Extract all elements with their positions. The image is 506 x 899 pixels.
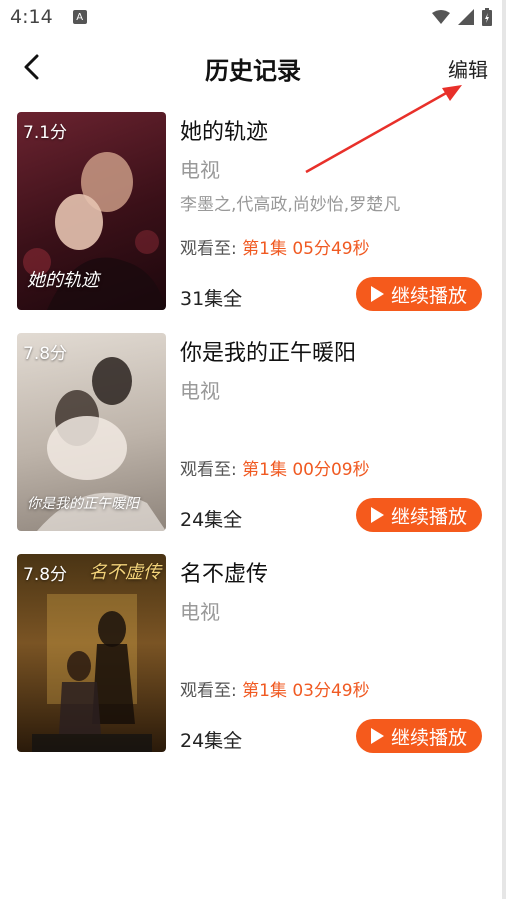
episode-count: 24集全	[180, 509, 243, 531]
poster-title: 名不虚传	[89, 562, 161, 583]
play-label: 继续播放	[390, 505, 467, 528]
progress-label: 观看至:	[180, 681, 237, 701]
drama-title[interactable]: 你是我的正午暖阳	[180, 335, 356, 367]
history-item[interactable]: 7.8分 名不虚传 名不虚传 电视 观看至: 第1集 03分49秒 24集全 继…	[0, 552, 506, 773]
drama-cast: 李墨之,代高政,尚妙怡,罗楚凡	[180, 195, 401, 215]
item-info: 她的轨迹 电视 李墨之,代高政,尚妙怡,罗楚凡 观看至: 第1集 05分49秒 …	[180, 110, 486, 315]
watch-progress: 观看至: 第1集 03分49秒	[180, 676, 370, 701]
poster-image[interactable]: 7.8分 你是我的正午暖阳	[17, 333, 166, 531]
signal-icon	[458, 9, 474, 25]
progress-value: 第1集 00分09秒	[242, 460, 370, 480]
drama-title[interactable]: 名不虚传	[180, 556, 268, 588]
play-label: 继续播放	[390, 726, 467, 749]
continue-play-button[interactable]: 继续播放	[356, 498, 482, 532]
play-icon	[370, 286, 384, 302]
score-badge: 7.8分	[23, 344, 68, 364]
app-notification-icon: A	[72, 10, 87, 24]
history-list: 7.1分 她的轨迹 她的轨迹 电视 李墨之,代高政,尚妙怡,罗楚凡 观看至: 第…	[0, 110, 506, 773]
progress-label: 观看至:	[180, 239, 237, 259]
page-title: 历史记录	[205, 57, 301, 85]
continue-play-button[interactable]: 继续播放	[356, 719, 482, 753]
episode-count: 24集全	[180, 730, 243, 752]
item-info: 你是我的正午暖阳 电视 观看至: 第1集 00分09秒 24集全 继续播放	[180, 331, 486, 536]
watch-progress: 观看至: 第1集 00分09秒	[180, 455, 370, 480]
score-badge: 7.8分	[23, 565, 68, 585]
drama-type: 电视	[180, 600, 220, 624]
status-time: 4:14	[10, 6, 53, 28]
watch-progress: 观看至: 第1集 05分49秒	[180, 234, 370, 259]
scrollbar[interactable]	[502, 0, 506, 899]
play-label: 继续播放	[390, 284, 467, 307]
status-bar: 4:14 A	[0, 0, 506, 34]
continue-play-button[interactable]: 继续播放	[356, 277, 482, 311]
episode-count: 31集全	[180, 288, 243, 310]
drama-title[interactable]: 她的轨迹	[180, 114, 268, 146]
drama-type: 电视	[180, 379, 220, 403]
battery-icon	[482, 8, 492, 26]
wifi-icon	[432, 10, 450, 24]
poster-image[interactable]: 7.8分 名不虚传	[17, 554, 166, 752]
history-item[interactable]: 7.1分 她的轨迹 她的轨迹 电视 李墨之,代高政,尚妙怡,罗楚凡 观看至: 第…	[0, 110, 506, 331]
poster-title: 她的轨迹	[27, 270, 99, 291]
play-icon	[370, 728, 384, 744]
item-info: 名不虚传 电视 观看至: 第1集 03分49秒 24集全 继续播放	[180, 552, 486, 757]
poster-title: 你是我的正午暖阳	[27, 496, 139, 512]
progress-value: 第1集 05分49秒	[242, 239, 370, 259]
progress-value: 第1集 03分49秒	[242, 681, 370, 701]
drama-type: 电视	[180, 158, 220, 182]
poster-image[interactable]: 7.1分 她的轨迹	[17, 112, 166, 310]
history-item[interactable]: 7.8分 你是我的正午暖阳 你是我的正午暖阳 电视 观看至: 第1集 00分09…	[0, 331, 506, 552]
score-badge: 7.1分	[23, 123, 68, 143]
play-icon	[370, 507, 384, 523]
edit-button[interactable]: 编辑	[448, 54, 488, 83]
progress-label: 观看至:	[180, 460, 237, 480]
